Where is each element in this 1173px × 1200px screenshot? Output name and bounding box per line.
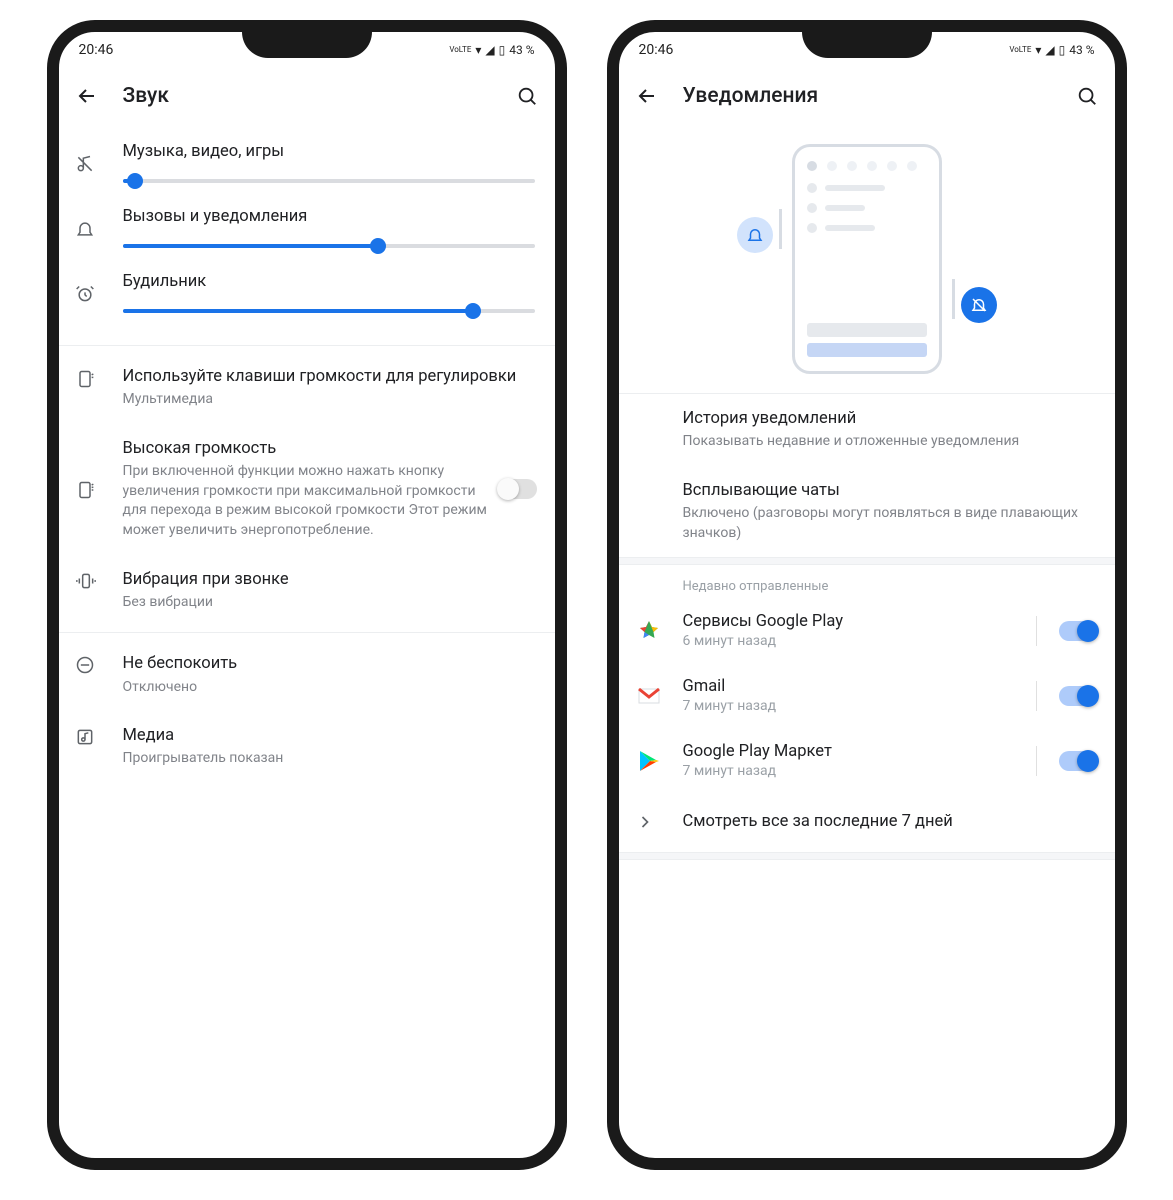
toggle-app[interactable] — [1059, 751, 1097, 771]
row-volume-keys[interactable]: Используйте клавиши громкости для регули… — [59, 352, 555, 424]
dnd-icon — [75, 653, 123, 675]
search-icon[interactable] — [515, 84, 539, 108]
app-row-gmail[interactable]: Gmail 7 минут назад — [619, 663, 1115, 728]
back-icon[interactable] — [635, 84, 659, 108]
illustration — [619, 124, 1115, 394]
gmail-icon — [635, 682, 663, 710]
music-off-icon — [75, 142, 123, 183]
row-high-volume[interactable]: Высокая громкость При включенной функции… — [59, 424, 555, 555]
signal-icon: ◢ — [485, 43, 494, 57]
phone-volume-icon — [75, 366, 123, 390]
notch — [802, 32, 932, 58]
section-recent: Недавно отправленные — [619, 565, 1115, 598]
content: История уведомлений Показывать недавние … — [619, 124, 1115, 1158]
toolbar: Уведомления — [619, 68, 1115, 124]
chevron-right-icon — [635, 812, 683, 832]
alarm-icon — [75, 272, 123, 313]
signal-icon: ◢ — [1045, 43, 1054, 57]
row-vibration[interactable]: Вибрация при звонке Без вибрации — [59, 555, 555, 627]
status-time: 20:46 — [79, 42, 114, 58]
slider-ring[interactable]: Вызовы и уведомления — [59, 189, 555, 254]
row-dnd[interactable]: Не беспокоить Отключено — [59, 639, 555, 711]
search-icon[interactable] — [1075, 84, 1099, 108]
row-history[interactable]: История уведомлений Показывать недавние … — [619, 394, 1115, 466]
phone-left: 20:46 VoLTE ▾ ◢ ▯ 43 % Звук Музыка, виде… — [47, 20, 567, 1170]
slider-track[interactable] — [123, 309, 535, 313]
phone-loud-icon — [75, 477, 123, 501]
slider-media[interactable]: Музыка, видео, игры — [59, 124, 555, 189]
app-row-play-market[interactable]: Google Play Маркет 7 минут назад — [619, 728, 1115, 793]
slider-label: Будильник — [123, 272, 535, 291]
page-title: Звук — [123, 84, 491, 108]
battery-icon: ▯ — [499, 43, 506, 57]
status-icons: VoLTE ▾ ◢ ▯ 43 % — [449, 43, 534, 57]
row-media[interactable]: Медиа Проигрыватель показан — [59, 711, 555, 783]
phone-right: 20:46 VoLTE ▾ ◢ ▯ 43 % Уведомления — [607, 20, 1127, 1170]
toggle-app[interactable] — [1059, 686, 1097, 706]
slider-track[interactable] — [123, 179, 535, 183]
back-icon[interactable] — [75, 84, 99, 108]
play-store-icon — [635, 747, 663, 775]
vibration-icon — [75, 569, 123, 591]
slider-label: Вызовы и уведомления — [123, 207, 535, 226]
bell-off-icon — [961, 287, 997, 323]
toggle-app[interactable] — [1059, 621, 1097, 641]
slider-label: Музыка, видео, игры — [123, 142, 535, 161]
slider-alarm[interactable]: Будильник — [59, 254, 555, 339]
battery-icon: ▯ — [1059, 43, 1066, 57]
status-time: 20:46 — [639, 42, 674, 58]
row-see-all[interactable]: Смотреть все за последние 7 дней — [619, 793, 1115, 851]
page-title: Уведомления — [683, 84, 1051, 108]
status-icons: VoLTE ▾ ◢ ▯ 43 % — [1009, 43, 1094, 57]
media-icon — [75, 725, 123, 747]
app-row-google-play-services[interactable]: Сервисы Google Play 6 минут назад — [619, 598, 1115, 663]
wifi-icon: ▾ — [475, 43, 481, 57]
toggle-high-volume[interactable] — [499, 479, 537, 499]
toolbar: Звук — [59, 68, 555, 124]
wifi-icon: ▾ — [1035, 43, 1041, 57]
bell-icon — [75, 207, 123, 248]
google-play-services-icon — [635, 617, 663, 645]
row-bubbles[interactable]: Всплывающие чаты Включено (разговоры мог… — [619, 466, 1115, 557]
slider-track[interactable] — [123, 244, 535, 248]
notch — [242, 32, 372, 58]
content: Музыка, видео, игры Вызовы и уведомления — [59, 124, 555, 1158]
bell-on-icon — [737, 217, 773, 253]
